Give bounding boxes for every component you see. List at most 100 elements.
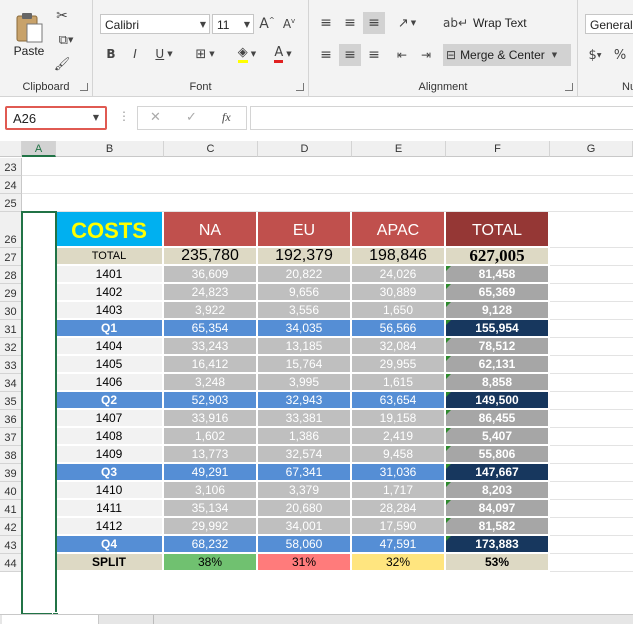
increase-font-button[interactable]: A^ bbox=[257, 14, 277, 34]
cell-eu-38[interactable]: 32,574 bbox=[258, 446, 352, 464]
cell-total-32[interactable]: 78,512 bbox=[446, 338, 550, 356]
cell-eu-33[interactable]: 15,764 bbox=[258, 356, 352, 374]
column-header-f[interactable]: F bbox=[446, 141, 550, 157]
alignment-launcher-icon[interactable] bbox=[565, 83, 573, 91]
format-painter-button[interactable]: 🖌 bbox=[52, 54, 72, 74]
cell-na-36[interactable]: 33,916 bbox=[164, 410, 258, 428]
cell-total-31[interactable]: 155,954 bbox=[446, 320, 550, 338]
cell-eu-32[interactable]: 13,185 bbox=[258, 338, 352, 356]
header-cell-na[interactable]: NA bbox=[164, 212, 258, 248]
cell-apac-27[interactable]: 198,846 bbox=[352, 247, 446, 266]
cell-label-44[interactable]: SPLIT bbox=[56, 554, 164, 572]
font-launcher-icon[interactable] bbox=[296, 83, 304, 91]
cell-label-31[interactable]: Q1 bbox=[56, 320, 164, 338]
cell-label-32[interactable]: 1404 bbox=[56, 338, 164, 356]
cell-apac-32[interactable]: 32,084 bbox=[352, 338, 446, 356]
row-header-30[interactable]: 30 bbox=[0, 302, 22, 320]
row-header-37[interactable]: 37 bbox=[0, 428, 22, 446]
cell-eu-43[interactable]: 58,060 bbox=[258, 536, 352, 554]
align-bottom-button[interactable]: ≡ bbox=[363, 12, 385, 34]
cell-eu-28[interactable]: 20,822 bbox=[258, 266, 352, 284]
cell-eu-36[interactable]: 33,381 bbox=[258, 410, 352, 428]
cell-total-42[interactable]: 81,582 bbox=[446, 518, 550, 536]
cell-apac-38[interactable]: 9,458 bbox=[352, 446, 446, 464]
cell-total-27[interactable]: 627,005 bbox=[446, 246, 550, 266]
decrease-indent-button[interactable]: ⇤ bbox=[391, 44, 413, 66]
cell-eu-42[interactable]: 34,001 bbox=[258, 518, 352, 536]
enter-icon[interactable]: ✓ bbox=[186, 110, 197, 125]
cell-apac-40[interactable]: 1,717 bbox=[352, 482, 446, 500]
row-header-31[interactable]: 31 bbox=[0, 320, 22, 338]
cell-na-35[interactable]: 52,903 bbox=[164, 392, 258, 410]
insert-function-icon[interactable]: fx bbox=[222, 110, 231, 125]
column-header-g[interactable]: G bbox=[550, 141, 633, 157]
borders-button[interactable]: ⊞ ▼ bbox=[189, 44, 221, 64]
column-header-a[interactable]: A bbox=[22, 141, 56, 157]
row-header-38[interactable]: 38 bbox=[0, 446, 22, 464]
cell-na-39[interactable]: 49,291 bbox=[164, 464, 258, 482]
cell-apac-31[interactable]: 56,566 bbox=[352, 320, 446, 338]
column-header-e[interactable]: E bbox=[352, 141, 446, 157]
cell-total-38[interactable]: 55,806 bbox=[446, 446, 550, 464]
cell-label-36[interactable]: 1407 bbox=[56, 410, 164, 428]
row-header-29[interactable]: 29 bbox=[0, 284, 22, 302]
cell-na-27[interactable]: 235,780 bbox=[164, 247, 258, 266]
cell-na-34[interactable]: 3,248 bbox=[164, 374, 258, 392]
percent-button[interactable]: % bbox=[610, 44, 630, 66]
cell-apac-37[interactable]: 2,419 bbox=[352, 428, 446, 446]
align-right-button[interactable]: ≡ bbox=[363, 44, 385, 66]
header-cell-apac[interactable]: APAC bbox=[352, 212, 446, 248]
cell-eu-40[interactable]: 3,379 bbox=[258, 482, 352, 500]
name-box[interactable]: A26 ▼ bbox=[5, 106, 107, 130]
cell-na-30[interactable]: 3,922 bbox=[164, 302, 258, 320]
cell-na-28[interactable]: 36,609 bbox=[164, 266, 258, 284]
align-top-button[interactable]: ≡ bbox=[315, 12, 337, 34]
cell-na-37[interactable]: 1,602 bbox=[164, 428, 258, 446]
cell-na-38[interactable]: 13,773 bbox=[164, 446, 258, 464]
cell-eu-30[interactable]: 3,556 bbox=[258, 302, 352, 320]
wrap-text-button[interactable]: ab↵ Wrap Text bbox=[443, 12, 533, 34]
cell-apac-33[interactable]: 29,955 bbox=[352, 356, 446, 374]
row-header-33[interactable]: 33 bbox=[0, 356, 22, 374]
cell-eu-35[interactable]: 32,943 bbox=[258, 392, 352, 410]
row-header-23[interactable]: 23 bbox=[0, 158, 22, 176]
cell-label-39[interactable]: Q3 bbox=[56, 464, 164, 482]
align-left-button[interactable]: ≡ bbox=[315, 44, 337, 66]
paste-button[interactable]: Paste bbox=[8, 6, 50, 64]
row-header-44[interactable]: 44 bbox=[0, 554, 22, 572]
cell-total-43[interactable]: 173,883 bbox=[446, 536, 550, 554]
align-center-button[interactable]: ≡ bbox=[339, 44, 361, 66]
header-cell-total[interactable]: TOTAL bbox=[446, 212, 550, 248]
cell-total-33[interactable]: 62,131 bbox=[446, 356, 550, 374]
cell-label-42[interactable]: 1412 bbox=[56, 518, 164, 536]
cell-na-31[interactable]: 65,354 bbox=[164, 320, 258, 338]
cell-apac-39[interactable]: 31,036 bbox=[352, 464, 446, 482]
cell-total-41[interactable]: 84,097 bbox=[446, 500, 550, 518]
cell-total-28[interactable]: 81,458 bbox=[446, 266, 550, 284]
cell-eu-39[interactable]: 67,341 bbox=[258, 464, 352, 482]
cell-label-30[interactable]: 1403 bbox=[56, 302, 164, 320]
cell-apac-34[interactable]: 1,615 bbox=[352, 374, 446, 392]
cell-total-44[interactable]: 53% bbox=[446, 554, 550, 572]
cell-label-41[interactable]: 1411 bbox=[56, 500, 164, 518]
cell-label-29[interactable]: 1402 bbox=[56, 284, 164, 302]
italic-button[interactable]: I bbox=[125, 44, 145, 64]
cell-na-41[interactable]: 35,134 bbox=[164, 500, 258, 518]
cell-total-37[interactable]: 5,407 bbox=[446, 428, 550, 446]
row-header-41[interactable]: 41 bbox=[0, 500, 22, 518]
cell-label-40[interactable]: 1410 bbox=[56, 482, 164, 500]
copy-button[interactable]: ⧉ ▼ bbox=[52, 30, 80, 50]
formula-input[interactable] bbox=[250, 106, 633, 130]
row-header-36[interactable]: 36 bbox=[0, 410, 22, 428]
header-cell-eu[interactable]: EU bbox=[258, 212, 352, 248]
merge-center-button[interactable]: ⊟ Merge & Center ▼ bbox=[443, 44, 571, 66]
cell-label-33[interactable]: 1405 bbox=[56, 356, 164, 374]
increase-indent-button[interactable]: ⇥ bbox=[415, 44, 437, 66]
cell-apac-35[interactable]: 63,654 bbox=[352, 392, 446, 410]
row-header-40[interactable]: 40 bbox=[0, 482, 22, 500]
cell-eu-44[interactable]: 31% bbox=[258, 554, 352, 572]
cell-total-39[interactable]: 147,667 bbox=[446, 464, 550, 482]
cell-total-35[interactable]: 149,500 bbox=[446, 392, 550, 410]
decrease-font-button[interactable]: Av bbox=[279, 14, 299, 34]
row-header-35[interactable]: 35 bbox=[0, 392, 22, 410]
